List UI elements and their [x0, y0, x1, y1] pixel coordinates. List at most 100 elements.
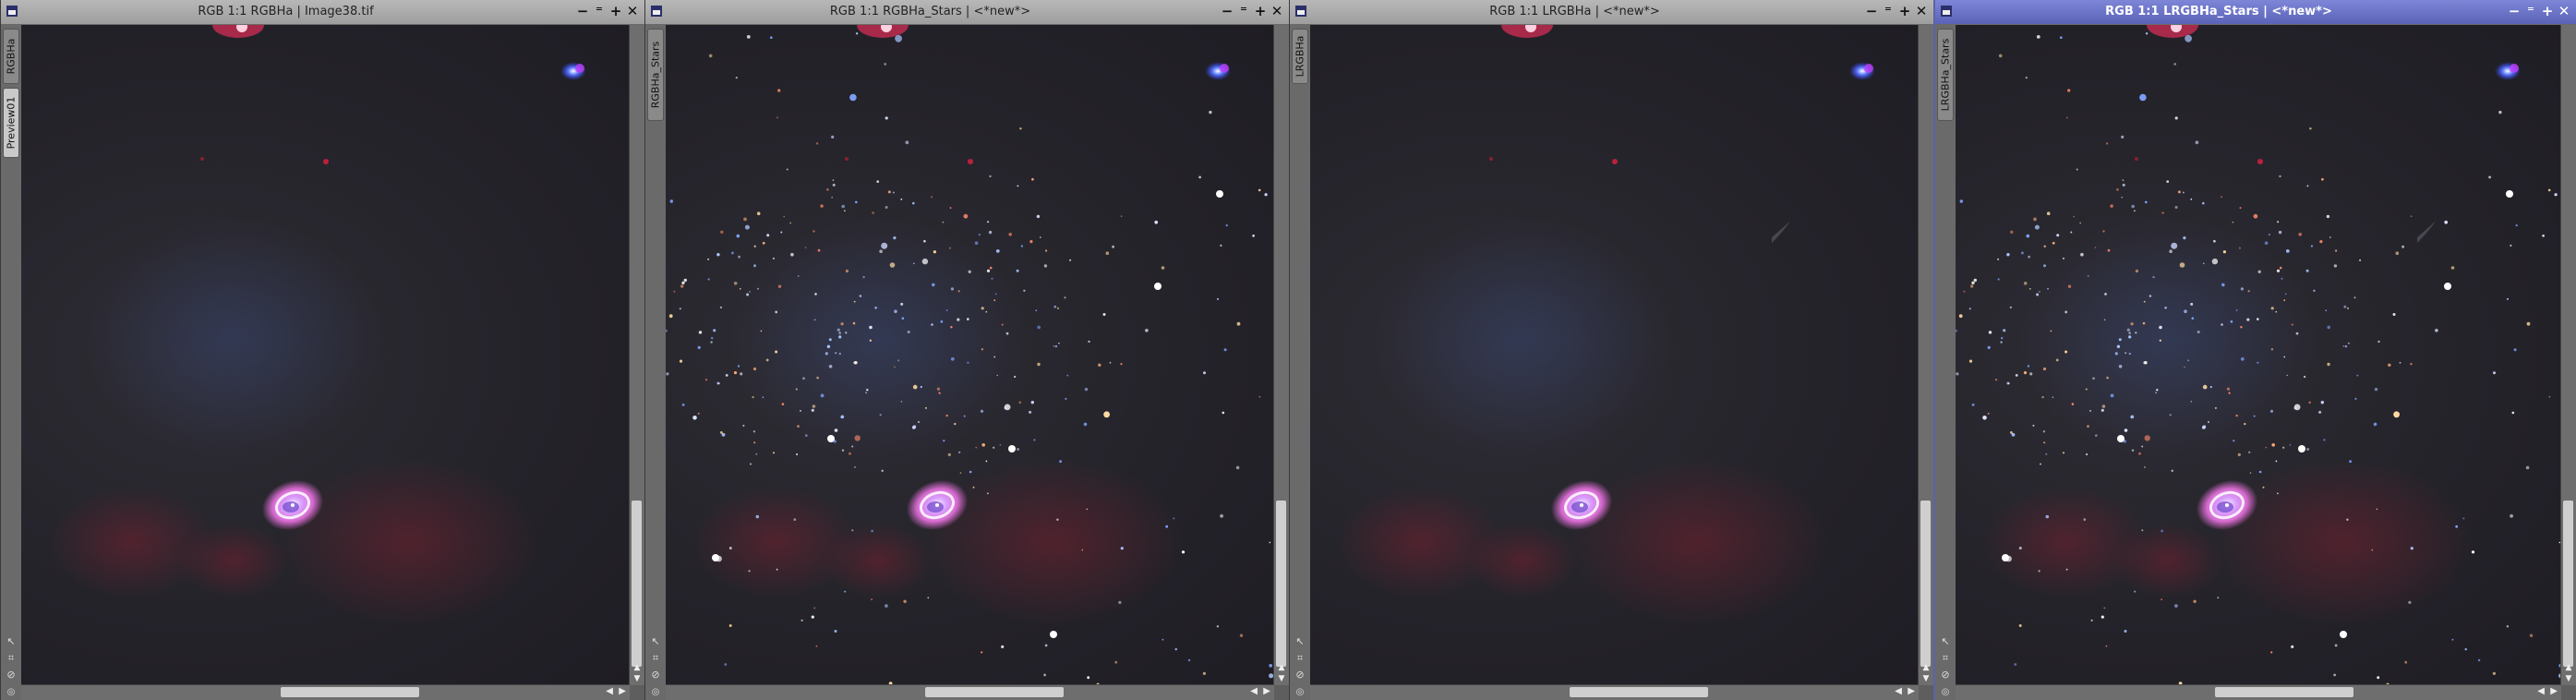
fit-icon[interactable]: ⌗ — [5, 652, 18, 665]
window-titlebar[interactable]: RGB 1:1 LRGBHa_Stars | <*new*> − ⁼ + ✕ — [1935, 0, 2576, 25]
star — [2169, 414, 2172, 416]
image-window-4[interactable]: RGB 1:1 LRGBHa_Stars | <*new*> − ⁼ + ✕ L… — [1933, 0, 2576, 700]
minimize-button[interactable]: − — [2506, 3, 2522, 19]
star — [2131, 204, 2135, 209]
shade-button[interactable]: ⁼ — [591, 3, 608, 19]
star — [1162, 638, 1164, 641]
close-button[interactable]: ✕ — [1913, 3, 1930, 19]
horizontal-scroll-thumb[interactable] — [2215, 687, 2353, 697]
zoom-corner-icon[interactable]: ◎ — [1, 685, 21, 700]
star — [2110, 393, 2114, 398]
vertical-scroll-thumb[interactable] — [1920, 501, 1931, 667]
vertical-scrollbar[interactable]: ▲ ▼ — [1273, 25, 1289, 685]
tab-main-view[interactable]: RGBHa_Stars — [647, 29, 664, 121]
cursor-icon[interactable]: ↖ — [649, 635, 662, 648]
star — [1209, 110, 1212, 115]
vertical-scroll-thumb[interactable] — [632, 501, 642, 667]
scroll-left-arrow-icon[interactable]: ◀ — [2537, 686, 2545, 696]
scroll-down-arrow-icon[interactable]: ▼ — [1274, 674, 1289, 683]
scroll-up-arrow-icon[interactable]: ▲ — [630, 663, 644, 672]
window-titlebar[interactable]: RGB 1:1 LRGBHa | <*new*> − ⁼ + ✕ — [1290, 0, 1933, 25]
zoom-icon[interactable]: ⊘ — [1939, 669, 1952, 682]
image-view[interactable] — [21, 25, 630, 685]
cursor-icon[interactable]: ↖ — [1294, 635, 1306, 648]
image-view[interactable] — [1310, 25, 1919, 685]
star — [2103, 319, 2106, 321]
scroll-left-arrow-icon[interactable]: ◀ — [1895, 686, 1902, 696]
star — [2102, 230, 2105, 233]
scroll-up-arrow-icon[interactable]: ▲ — [2561, 663, 2576, 672]
minimize-button[interactable]: − — [574, 3, 591, 19]
vertical-scrollbar[interactable]: ▲ ▼ — [1918, 25, 1933, 685]
scroll-down-arrow-icon[interactable]: ▼ — [630, 674, 644, 683]
fit-icon[interactable]: ⌗ — [1294, 652, 1306, 665]
scroll-left-arrow-icon[interactable]: ◀ — [606, 686, 613, 696]
zoom-icon[interactable]: ⊘ — [1294, 669, 1306, 682]
star — [1145, 329, 1149, 332]
zoom-icon[interactable]: ⊘ — [5, 669, 18, 682]
scroll-right-arrow-icon[interactable]: ▶ — [1908, 686, 1915, 696]
star — [2076, 168, 2078, 171]
cursor-icon[interactable]: ↖ — [5, 635, 18, 648]
horizontal-scrollbar[interactable]: ◀ ▶ — [666, 684, 1274, 700]
scroll-down-arrow-icon[interactable]: ▼ — [1919, 674, 1933, 683]
maximize-button[interactable]: + — [2539, 3, 2556, 19]
scroll-down-arrow-icon[interactable]: ▼ — [2561, 674, 2576, 683]
maximize-button[interactable]: + — [608, 3, 624, 19]
star — [1088, 340, 1090, 344]
window-titlebar[interactable]: RGB 1:1 RGBHa | Image38.tif − ⁼ + ✕ — [1, 0, 644, 25]
horizontal-scroll-thumb[interactable] — [1570, 687, 1708, 697]
horizontal-scroll-thumb[interactable] — [925, 687, 1064, 697]
fit-icon[interactable]: ⌗ — [649, 652, 662, 665]
vertical-scrollbar[interactable]: ▲ ▼ — [2560, 25, 2576, 685]
shade-button[interactable]: ⁼ — [1880, 3, 1896, 19]
star — [905, 140, 909, 145]
scroll-up-arrow-icon[interactable]: ▲ — [1274, 663, 1289, 672]
tab-preview[interactable]: Preview01 — [3, 88, 19, 158]
vertical-scroll-thumb[interactable] — [2563, 501, 2573, 667]
maximize-button[interactable]: + — [1896, 3, 1913, 19]
image-window-2[interactable]: RGB 1:1 RGBHa_Stars | <*new*> − ⁼ + ✕ RG… — [644, 0, 1289, 700]
zoom-corner-icon[interactable]: ◎ — [1290, 685, 1310, 700]
scroll-up-arrow-icon[interactable]: ▲ — [1919, 663, 1933, 672]
vertical-scrollbar[interactable]: ▲ ▼ — [629, 25, 644, 685]
star — [900, 302, 904, 306]
scroll-right-arrow-icon[interactable]: ▶ — [619, 686, 626, 696]
star — [866, 389, 869, 392]
star — [2392, 313, 2396, 316]
fit-icon[interactable]: ⌗ — [1939, 652, 1952, 665]
star — [1102, 313, 1106, 316]
shade-button[interactable]: ⁼ — [2522, 3, 2539, 19]
star — [993, 299, 996, 302]
horizontal-scrollbar[interactable]: ◀ ▶ — [1310, 684, 1919, 700]
window-titlebar[interactable]: RGB 1:1 RGBHa_Stars | <*new*> − ⁼ + ✕ — [645, 0, 1289, 25]
star — [2284, 293, 2287, 296]
close-button[interactable]: ✕ — [1269, 3, 1285, 19]
horizontal-scrollbar[interactable]: ◀ ▶ — [1956, 684, 2561, 700]
vertical-scroll-thumb[interactable] — [1276, 501, 1286, 667]
zoom-icon[interactable]: ⊘ — [649, 669, 662, 682]
zoom-corner-icon[interactable]: ◎ — [1935, 685, 1956, 700]
minimize-button[interactable]: − — [1219, 3, 1235, 19]
image-view[interactable] — [1956, 25, 2561, 685]
image-window-1[interactable]: RGB 1:1 RGBHa | Image38.tif − ⁼ + ✕ RGBH… — [0, 0, 644, 700]
horizontal-scroll-thumb[interactable] — [281, 687, 419, 697]
image-view[interactable] — [666, 25, 1274, 685]
tab-main-view[interactable]: RGBHa — [3, 29, 19, 84]
star — [2293, 404, 2301, 411]
minimize-button[interactable]: − — [1863, 3, 1880, 19]
zoom-corner-icon[interactable]: ◎ — [645, 685, 666, 700]
cursor-icon[interactable]: ↖ — [1939, 635, 1952, 648]
tab-main-view[interactable]: LRGBHa — [1292, 29, 1308, 84]
horizontal-scrollbar[interactable]: ◀ ▶ — [21, 684, 630, 700]
close-button[interactable]: ✕ — [2556, 3, 2572, 19]
tab-main-view[interactable]: LRGBHa_Stars — [1937, 29, 1954, 121]
scroll-right-arrow-icon[interactable]: ▶ — [1263, 686, 1270, 696]
scroll-left-arrow-icon[interactable]: ◀ — [1250, 686, 1258, 696]
image-window-3[interactable]: RGB 1:1 LRGBHa | <*new*> − ⁼ + ✕ LRGBHa … — [1289, 0, 1933, 700]
maximize-button[interactable]: + — [1252, 3, 1269, 19]
scroll-right-arrow-icon[interactable]: ▶ — [2550, 686, 2558, 696]
close-button[interactable]: ✕ — [624, 3, 641, 19]
shade-button[interactable]: ⁼ — [1235, 3, 1252, 19]
star — [2222, 250, 2226, 254]
